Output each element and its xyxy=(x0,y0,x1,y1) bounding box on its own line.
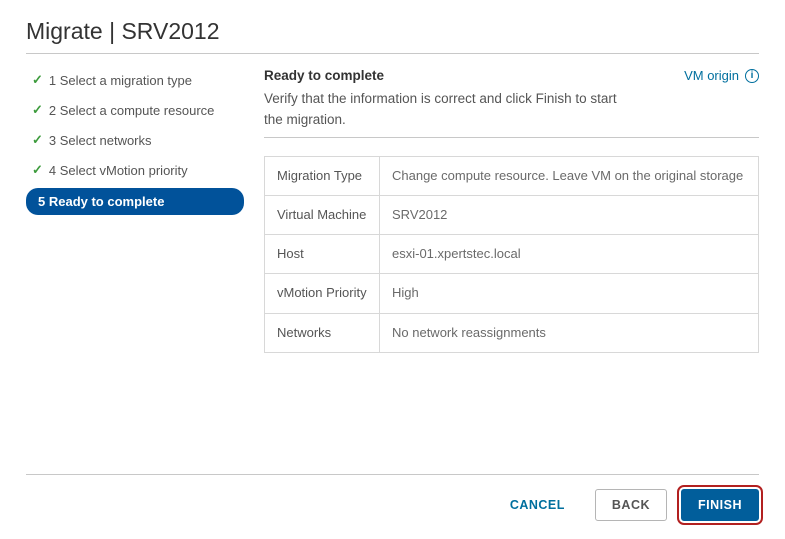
summary-label-vm: Virtual Machine xyxy=(265,196,380,235)
check-icon: ✓ xyxy=(32,72,43,88)
page-title: Migrate | SRV2012 xyxy=(26,18,759,53)
step-label: 2 Select a compute resource xyxy=(49,103,214,118)
section-divider xyxy=(264,137,759,138)
check-icon: ✓ xyxy=(32,162,43,178)
table-row: vMotion Priority High xyxy=(265,274,759,313)
cancel-button[interactable]: CANCEL xyxy=(494,490,581,520)
section-subheading: Verify that the information is correct a… xyxy=(264,89,634,131)
table-row: Migration Type Change compute resource. … xyxy=(265,156,759,195)
step-label: 3 Select networks xyxy=(49,133,152,148)
wizard-steps: ✓ 1 Select a migration type ✓ 2 Select a… xyxy=(26,68,244,474)
step-vmotion-priority[interactable]: ✓ 4 Select vMotion priority xyxy=(26,158,244,182)
step-label: 4 Select vMotion priority xyxy=(49,163,188,178)
table-row: Networks No network reassignments xyxy=(265,313,759,352)
step-label: 5 Ready to complete xyxy=(38,194,164,209)
step-label: 1 Select a migration type xyxy=(49,73,192,88)
wizard-footer: CANCEL BACK FINISH xyxy=(26,474,759,539)
summary-table: Migration Type Change compute resource. … xyxy=(264,156,759,353)
title-divider xyxy=(26,53,759,54)
summary-value-vm: SRV2012 xyxy=(380,196,759,235)
step-ready-to-complete[interactable]: 5 Ready to complete xyxy=(26,188,244,215)
vm-origin-label: VM origin xyxy=(684,68,739,83)
section-heading: Ready to complete xyxy=(264,68,634,83)
summary-label-host: Host xyxy=(265,235,380,274)
summary-label-networks: Networks xyxy=(265,313,380,352)
back-button[interactable]: BACK xyxy=(595,489,667,521)
summary-label-migration-type: Migration Type xyxy=(265,156,380,195)
table-row: Host esxi-01.xpertstec.local xyxy=(265,235,759,274)
check-icon: ✓ xyxy=(32,102,43,118)
step-select-networks[interactable]: ✓ 3 Select networks xyxy=(26,128,244,152)
info-icon: i xyxy=(745,69,759,83)
finish-button[interactable]: FINISH xyxy=(681,489,759,521)
table-row: Virtual Machine SRV2012 xyxy=(265,196,759,235)
summary-value-migration-type: Change compute resource. Leave VM on the… xyxy=(380,156,759,195)
summary-label-priority: vMotion Priority xyxy=(265,274,380,313)
summary-value-host: esxi-01.xpertstec.local xyxy=(380,235,759,274)
check-icon: ✓ xyxy=(32,132,43,148)
step-migration-type[interactable]: ✓ 1 Select a migration type xyxy=(26,68,244,92)
vm-origin-link[interactable]: VM origin i xyxy=(684,68,759,83)
summary-value-priority: High xyxy=(380,274,759,313)
step-compute-resource[interactable]: ✓ 2 Select a compute resource xyxy=(26,98,244,122)
summary-value-networks: No network reassignments xyxy=(380,313,759,352)
